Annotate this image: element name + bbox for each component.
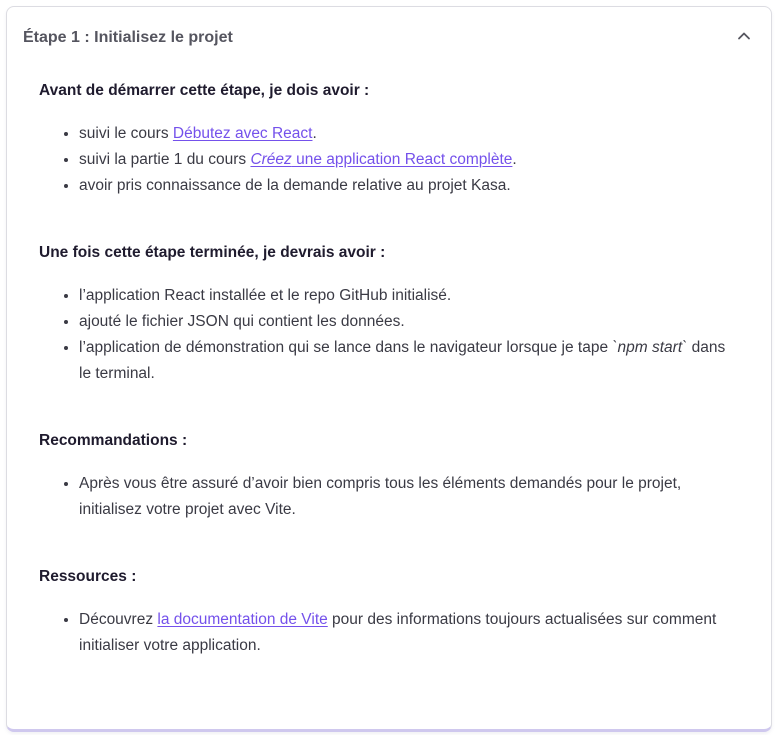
list-item: suivi le cours Débutez avec React. xyxy=(79,121,729,147)
list-item: l’application React installée et le repo… xyxy=(79,283,729,309)
step-title: Étape 1 : Initialisez le projet xyxy=(23,29,233,46)
item-text: suivi la partie 1 du cours xyxy=(79,151,251,168)
item-text: . xyxy=(312,125,317,142)
project-step-card: Étape 1 : Initialisez le projet Avant de… xyxy=(6,6,772,732)
item-text: suivi le cours xyxy=(79,125,173,142)
resources-list: Découvrez la documentation de Vite pour … xyxy=(39,607,729,659)
section-recommendations: Recommandations : Après vous être assuré… xyxy=(39,429,729,523)
results-list: l’application React installée et le repo… xyxy=(39,283,729,387)
section-expected-results: Une fois cette étape terminée, je devrai… xyxy=(39,241,729,387)
section-title: Recommandations : xyxy=(39,432,188,449)
chevron-up-icon[interactable] xyxy=(737,29,751,43)
section-prerequisites: Avant de démarrer cette étape, je dois a… xyxy=(39,79,729,199)
list-item: avoir pris connaissance de la demande re… xyxy=(79,173,729,199)
recommendations-list: Après vous être assuré d’avoir bien comp… xyxy=(39,471,729,523)
list-item: Après vous être assuré d’avoir bien comp… xyxy=(79,471,729,523)
section-title: Une fois cette étape terminée, je devrai… xyxy=(39,244,386,261)
item-text: l’application de démonstration qui se la… xyxy=(79,339,613,356)
link-text-part: une application React complète xyxy=(291,151,513,168)
list-item: l’application de démonstration qui se la… xyxy=(79,335,729,387)
link-documentation-vite[interactable]: la documentation de Vite xyxy=(157,611,327,628)
list-item: ajouté le fichier JSON qui contient les … xyxy=(79,309,729,335)
item-text: . xyxy=(512,151,517,168)
section-title: Avant de démarrer cette étape, je dois a… xyxy=(39,82,370,99)
prerequisites-list: suivi le cours Débutez avec React. suivi… xyxy=(39,121,729,199)
section-title: Ressources : xyxy=(39,568,137,585)
item-text: Découvrez xyxy=(79,611,158,628)
inline-code: `npm start` xyxy=(612,339,688,356)
list-item: suivi la partie 1 du cours Créez une app… xyxy=(79,147,729,173)
section-resources: Ressources : Découvrez la documentation … xyxy=(39,565,729,659)
list-item: Découvrez la documentation de Vite pour … xyxy=(79,607,729,659)
link-debutez-avec-react[interactable]: Débutez avec React xyxy=(173,125,313,142)
link-creez-une-application-react[interactable]: Créez une application React complète xyxy=(250,151,512,168)
link-italic-part: Créez xyxy=(250,151,292,168)
accordion-header[interactable]: Étape 1 : Initialisez le projet xyxy=(7,7,771,69)
